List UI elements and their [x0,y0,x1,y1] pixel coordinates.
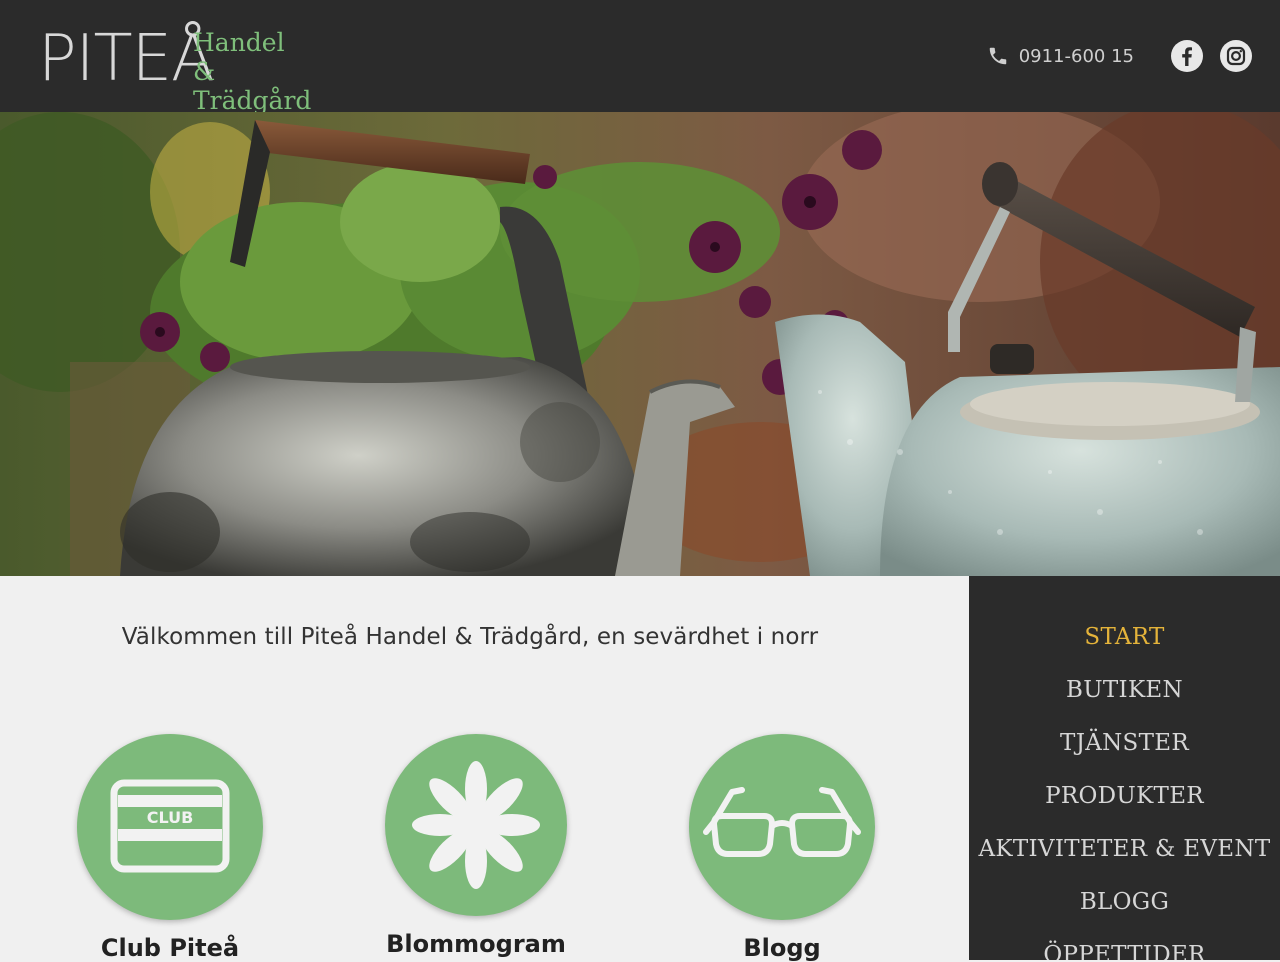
club-card-text: CLUB [147,808,194,827]
feature-title-club[interactable]: Club Piteå [70,934,270,962]
header-contact: 0911-600 15 [987,38,1252,74]
feature-title-blogg[interactable]: Blogg [682,934,882,962]
nav-item-blogg[interactable]: BLOGG [969,876,1280,929]
facebook-icon[interactable] [1171,40,1203,72]
nav-item-aktiviteter[interactable]: AKTIVITETER & EVENT [969,823,1280,876]
feature-title-blommogram[interactable]: Blommogram [376,930,576,958]
glasses-icon[interactable] [689,734,875,920]
main-content: Välkommen till Piteå Handel & Trädgård, … [0,576,969,962]
feature-club-pitea[interactable]: CLUB Club Piteå [70,734,270,962]
hero-image [0,112,1280,576]
logo-sub-line2: Trädgård [193,86,312,115]
flower-icon[interactable] [385,734,567,916]
feature-blogg[interactable]: Blogg [682,734,882,962]
site-logo[interactable]: PITEÅ Handel & Trädgård [38,18,311,115]
phone-icon [989,47,1006,65]
side-navigation: START BUTIKEN TJÄNSTER PRODUKTER AKTIVIT… [969,576,1280,960]
phone-number-link[interactable]: 0911-600 15 [1019,46,1134,67]
welcome-heading: Välkommen till Piteå Handel & Trädgård, … [121,624,819,650]
feature-blommogram[interactable]: Blommogram [376,734,576,958]
nav-item-tjanster[interactable]: TJÄNSTER [969,717,1280,770]
nav-item-produkter[interactable]: PRODUKTER [969,770,1280,823]
site-header: PITEÅ Handel & Trädgård 0911-600 15 [0,0,1280,115]
kettles-photo [0,112,1280,576]
instagram-icon[interactable] [1220,40,1252,72]
nav-list: START BUTIKEN TJÄNSTER PRODUKTER AKTIVIT… [969,576,1280,960]
club-card-icon[interactable]: CLUB [77,734,263,920]
nav-item-oppettider[interactable]: ÖPPETTIDER [969,929,1280,960]
nav-item-butiken[interactable]: BUTIKEN [969,664,1280,717]
logo-sub-text: Handel & Trädgård [193,28,311,115]
logo-sub-line1: Handel & [193,28,285,86]
nav-item-start[interactable]: START [969,611,1280,664]
logo-main-text: PITEÅ [38,22,215,96]
